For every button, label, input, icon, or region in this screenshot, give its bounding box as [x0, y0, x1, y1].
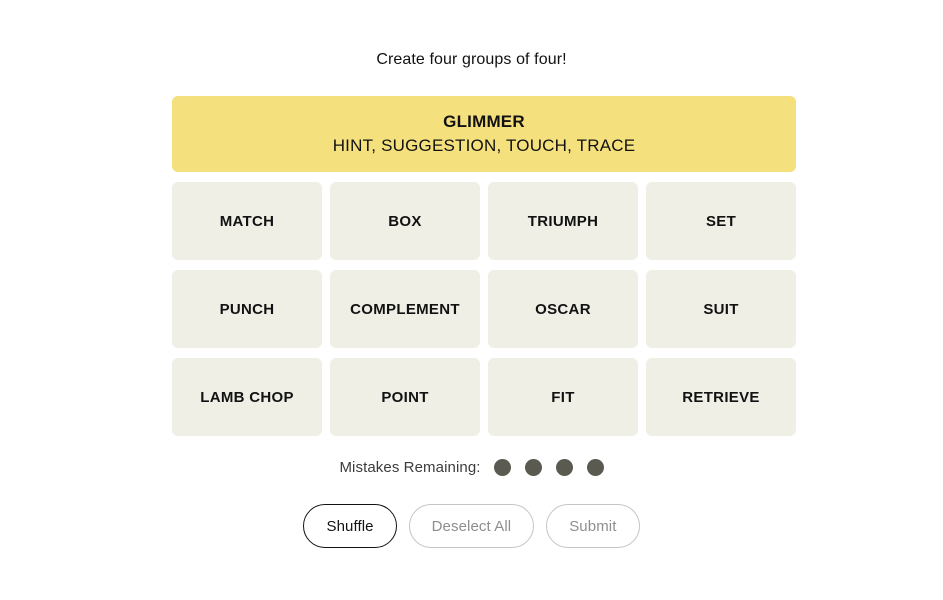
mistake-dot — [555, 459, 573, 476]
word-tile[interactable]: TRIUMPH — [488, 182, 638, 260]
shuffle-button[interactable]: Shuffle — [303, 504, 397, 548]
mistakes-remaining-label: Mistakes Remaining: — [339, 459, 481, 476]
deselect-all-button[interactable]: Deselect All — [408, 504, 535, 548]
solved-group-row: GLIMMER HINT, SUGGESTION, TOUCH, TRACE — [172, 96, 796, 172]
word-tile[interactable]: POINT — [330, 358, 480, 436]
game-controls: Shuffle Deselect All Submit — [0, 504, 943, 548]
word-tile[interactable]: SUIT — [646, 270, 796, 348]
page-title: Create four groups of four! — [376, 51, 567, 68]
puzzle-board: GLIMMER HINT, SUGGESTION, TOUCH, TRACE M… — [172, 96, 796, 436]
connections-game-page: Create four groups of four! GLIMMER HINT… — [0, 0, 943, 600]
mistake-dot — [524, 459, 542, 476]
solved-group-category: GLIMMER — [443, 112, 525, 131]
word-tile[interactable]: BOX — [330, 182, 480, 260]
word-tile[interactable]: COMPLEMENT — [330, 270, 480, 348]
mistake-dot-group — [493, 459, 604, 476]
word-tile[interactable]: OSCAR — [488, 270, 638, 348]
word-tile[interactable]: PUNCH — [172, 270, 322, 348]
mistakes-remaining: Mistakes Remaining: — [0, 459, 943, 476]
mistake-dot — [586, 459, 604, 476]
solved-group-members: HINT, SUGGESTION, TOUCH, TRACE — [332, 136, 636, 155]
word-tile[interactable]: RETRIEVE — [646, 358, 796, 436]
tile-grid: MATCH BOX TRIUMPH SET PUNCH COMPLEMENT O… — [172, 182, 796, 436]
mistake-dot — [493, 459, 511, 476]
submit-button[interactable]: Submit — [546, 504, 640, 548]
word-tile[interactable]: MATCH — [172, 182, 322, 260]
word-tile[interactable]: FIT — [488, 358, 638, 436]
word-tile[interactable]: SET — [646, 182, 796, 260]
word-tile[interactable]: LAMB CHOP — [172, 358, 322, 436]
